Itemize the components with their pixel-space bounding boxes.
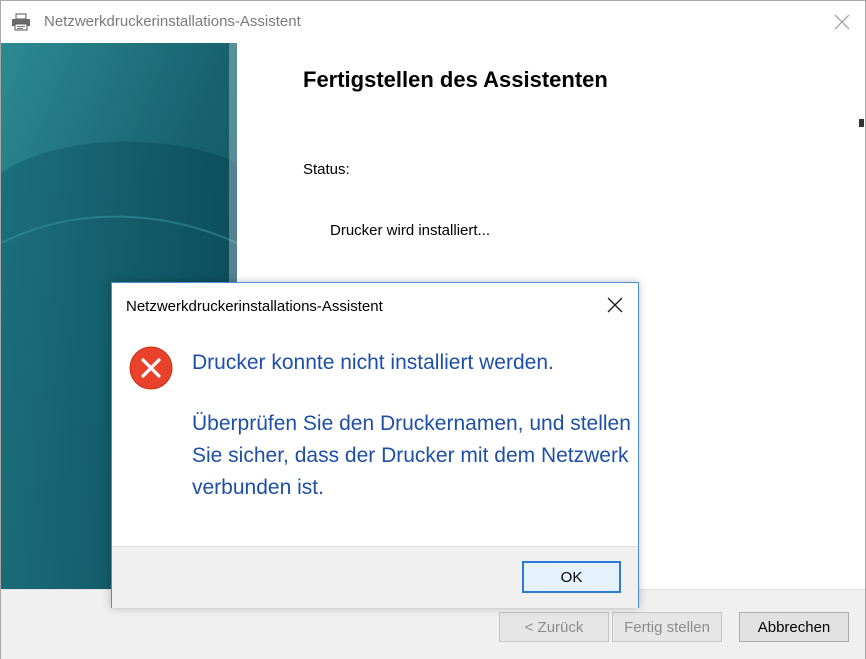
cancel-button[interactable]: Abbrechen [739, 612, 849, 642]
status-text: Drucker wird installiert... [330, 222, 491, 239]
error-icon [129, 346, 173, 390]
printer-icon [11, 13, 31, 31]
scrollbar-marker [859, 119, 864, 127]
error-message: Drucker konnte nicht installiert werden. [192, 351, 554, 374]
wizard-titlebar: Netzwerkdruckerinstallations-Assistent [1, 1, 865, 43]
finish-button[interactable]: Fertig stellen [612, 612, 722, 642]
wizard-title: Netzwerkdruckerinstallations-Assistent [44, 13, 301, 30]
wizard-close-button[interactable] [819, 1, 865, 43]
error-detail: Überprüfen Sie den Druckernamen, und ste… [192, 412, 631, 499]
close-icon [607, 297, 623, 313]
status-label: Status: [303, 161, 350, 178]
close-icon [834, 14, 850, 30]
dialog-title: Netzwerkdruckerinstallations-Assistent [126, 298, 383, 315]
back-button[interactable]: < Zurück [499, 612, 609, 642]
dialog-close-button[interactable] [592, 283, 638, 327]
error-dialog: Netzwerkdruckerinstallations-Assistent D… [111, 282, 639, 608]
ok-button[interactable]: OK [522, 561, 621, 593]
page-title: Fertigstellen des Assistenten [303, 67, 608, 92]
dialog-footer: OK [112, 546, 638, 608]
